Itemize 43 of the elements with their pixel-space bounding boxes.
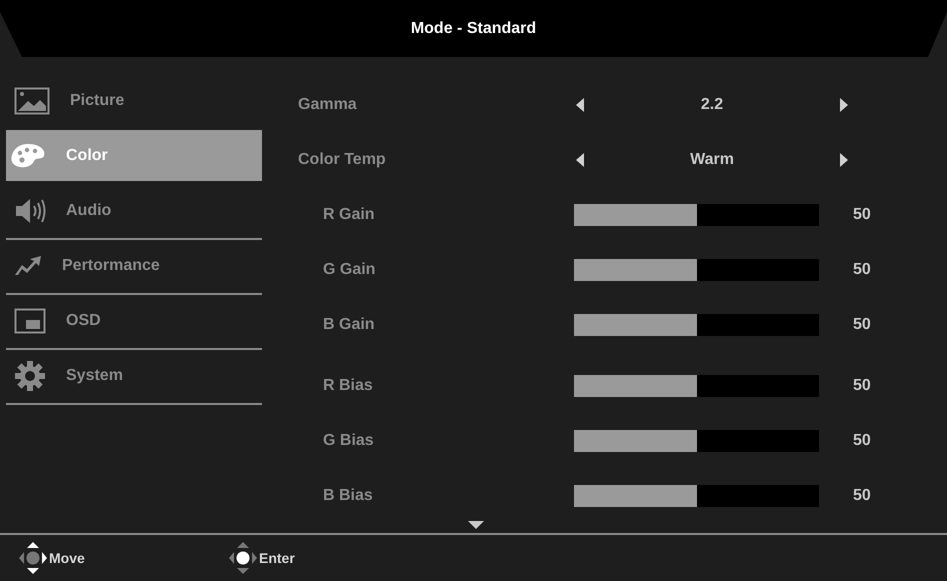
rising-arrow-icon — [14, 254, 42, 276]
slider-reading: 50 — [853, 204, 871, 224]
setting-label: R Bias — [322, 376, 374, 396]
menu-item[interactable]: Pertormance — [6, 240, 262, 291]
direction-pad-icon — [229, 542, 257, 574]
picture-icon — [14, 86, 50, 114]
setting-label: Color Temp — [297, 150, 387, 170]
right-arrow-icon[interactable] — [840, 152, 848, 166]
settings-icon — [14, 360, 46, 392]
palette-icon — [10, 142, 46, 168]
setting-label: Gamma — [297, 94, 358, 114]
hint-label: Move — [49, 548, 85, 568]
window-title: Mode - Standard — [410, 18, 536, 38]
left-arrow-icon[interactable] — [576, 98, 584, 112]
right-arrow-icon[interactable] — [840, 98, 848, 112]
slider-reading: 50 — [853, 314, 871, 334]
direction-pad-icon — [19, 542, 47, 574]
setting-label: R Gain — [322, 204, 376, 224]
setting-label: B Gain — [322, 314, 376, 334]
slider-track[interactable] — [574, 430, 819, 452]
slider-reading: 50 — [853, 430, 871, 450]
setting-label: G Bias — [322, 430, 375, 450]
slider-track[interactable] — [574, 204, 819, 226]
slider-track[interactable] — [574, 374, 819, 396]
setting-label: B Bias — [322, 486, 374, 506]
hint-label: Enter — [259, 548, 295, 568]
setting-value: Warm — [689, 150, 735, 170]
slider-reading: 50 — [853, 260, 871, 280]
slider-track[interactable] — [574, 484, 819, 506]
menu-item[interactable]: Audio — [6, 185, 262, 236]
slider-reading: 50 — [853, 486, 871, 506]
setting-label: G Gain — [322, 260, 376, 280]
scroll-down-icon[interactable] — [468, 521, 484, 529]
slider-track[interactable] — [574, 258, 819, 280]
slider-reading: 50 — [853, 376, 871, 396]
menu-item[interactable]: Color — [6, 130, 262, 181]
setting-value: 2.2 — [700, 94, 724, 114]
screen-icon — [14, 308, 46, 334]
left-arrow-icon[interactable] — [576, 152, 584, 166]
menu-item[interactable]: Picture — [6, 75, 262, 126]
menu-item[interactable]: OSD — [6, 295, 262, 346]
slider-track[interactable] — [574, 314, 819, 336]
menu-item[interactable]: System — [6, 350, 262, 401]
